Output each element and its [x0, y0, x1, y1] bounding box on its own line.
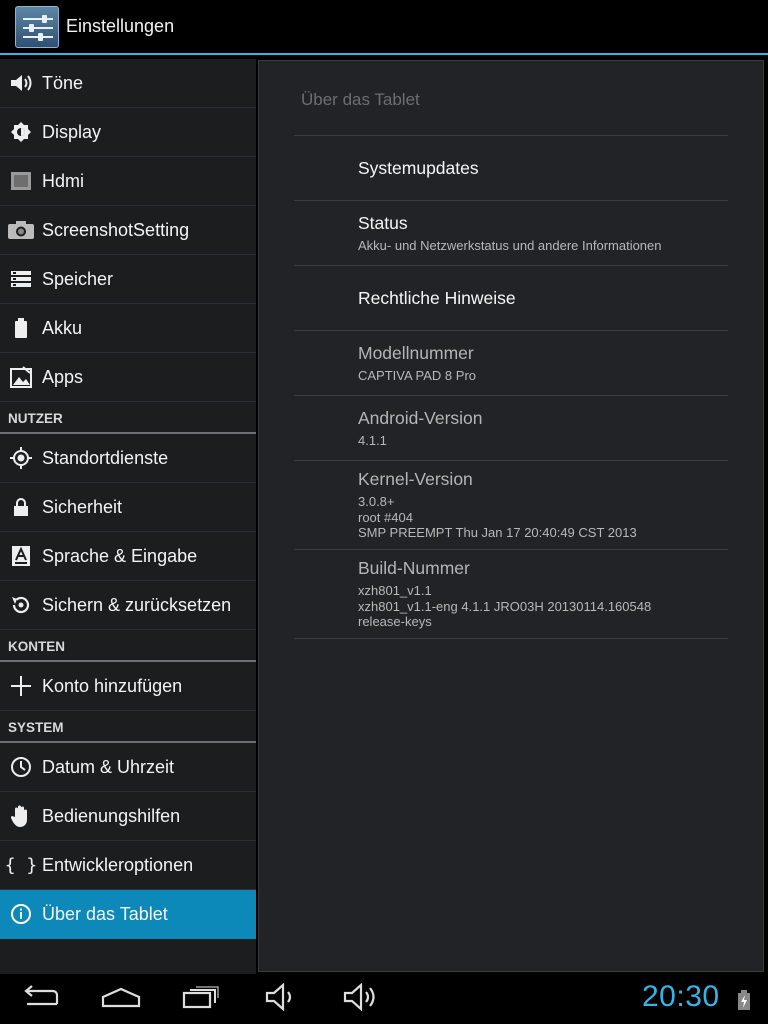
sidebar-item-display[interactable]: Display: [0, 108, 256, 157]
back-icon: [21, 984, 61, 1014]
status-clock[interactable]: 20:30: [642, 980, 720, 1014]
lock-icon: [0, 497, 42, 517]
braces-icon: { }: [4, 854, 38, 876]
speaker-icon: [0, 72, 42, 94]
sidebar-item-label: Bedienungshilfen: [42, 805, 181, 826]
hand-icon: [0, 804, 42, 828]
sidebar-item-label: Über das Tablet: [42, 903, 168, 924]
sidebar-item-standortdienste[interactable]: Standortdienste: [0, 434, 256, 483]
sidebar-item-datum-uhrzeit[interactable]: Datum & Uhrzeit: [0, 743, 256, 792]
sidebar-item-label: Sprache & Eingabe: [42, 545, 198, 566]
settings-app-icon[interactable]: [15, 5, 59, 48]
section-header-system: SYSTEM: [0, 711, 256, 743]
kernel-line: SMP PREEMPT Thu Jan 17 20:40:49 CST 2013: [358, 525, 637, 541]
item-title: Systemupdates: [358, 157, 479, 178]
sidebar-item-screenshotsetting[interactable]: ScreenshotSetting: [0, 206, 256, 255]
camera-icon: [0, 220, 42, 240]
sidebar-item-label: Sicherheit: [42, 496, 123, 517]
system-navigation-bar: 20:30: [0, 974, 768, 1024]
sidebar-item-bedienungshilfen[interactable]: Bedienungshilfen: [0, 792, 256, 841]
item-title: Rechtliche Hinweise: [358, 287, 516, 308]
about-list: Systemupdates Status Akku- und Netzwerks…: [294, 135, 728, 639]
list-item-rechtliche-hinweise[interactable]: Rechtliche Hinweise: [294, 266, 728, 331]
kernel-line: root #404: [358, 509, 413, 525]
backup-restore-icon: [0, 594, 42, 616]
apps-icon: [0, 366, 42, 388]
list-item-modellnummer: Modellnummer CAPTIVA PAD 8 Pro: [294, 331, 728, 396]
sidebar-item-apps[interactable]: Apps: [0, 353, 256, 402]
sidebar-item-toene[interactable]: Töne: [0, 59, 256, 108]
sidebar-item-akku[interactable]: Akku: [0, 304, 256, 353]
settings-sidebar: Töne Display Hdmi ScreenshotSetting Spei…: [0, 59, 256, 974]
sidebar-item-label: Standortdienste: [42, 447, 169, 468]
item-value: CAPTIVA PAD 8 Pro: [358, 367, 477, 383]
sidebar-item-label: Konto hinzufügen: [42, 675, 183, 696]
brightness-icon: [0, 121, 42, 143]
list-item-status[interactable]: Status Akku- und Netzwerkstatus und ande…: [294, 201, 728, 266]
volume-up-icon: [341, 982, 379, 1016]
info-icon: [0, 903, 42, 925]
sidebar-item-label: Apps: [42, 366, 84, 387]
item-title: Modellnummer: [358, 342, 474, 363]
build-line: xzh801_v1.1-eng 4.1.1 JRO03H 20130114.16…: [358, 598, 652, 614]
sidebar-item-label: ScreenshotSetting: [42, 219, 190, 240]
item-title: Status: [358, 212, 408, 233]
list-item-systemupdates[interactable]: Systemupdates: [294, 136, 728, 201]
recent-apps-button[interactable]: [180, 982, 222, 1016]
volume-down-button[interactable]: [262, 982, 298, 1016]
back-button[interactable]: [18, 982, 64, 1016]
sidebar-item-label: Display: [42, 121, 102, 142]
sidebar-item-sprache-eingabe[interactable]: Sprache & Eingabe: [0, 532, 256, 581]
app-title: Einstellungen: [66, 16, 175, 36]
storage-icon: [0, 270, 42, 288]
sidebar-item-konto-hinzufuegen[interactable]: Konto hinzufügen: [0, 662, 256, 711]
sidebar-item-hdmi[interactable]: Hdmi: [0, 157, 256, 206]
section-header-nutzer: NUTZER: [0, 402, 256, 434]
build-line: release-keys: [358, 614, 432, 630]
list-item-android-version[interactable]: Android-Version 4.1.1: [294, 396, 728, 461]
volume-down-icon: [263, 982, 297, 1016]
sidebar-item-label: Sichern & zurücksetzen: [42, 594, 232, 615]
battery-charging-icon: [737, 989, 751, 1016]
home-button[interactable]: [99, 982, 143, 1016]
item-value: 3.0.8+ root #404 SMP PREEMPT Thu Jan 17 …: [358, 494, 728, 541]
section-header-konten: KONTEN: [0, 630, 256, 662]
volume-up-button[interactable]: [340, 982, 380, 1016]
kernel-line: 3.0.8+: [358, 494, 395, 510]
battery-icon: [0, 317, 42, 339]
hdmi-icon: [0, 171, 42, 191]
sidebar-item-label: Entwickleroptionen: [42, 854, 194, 875]
sidebar-item-ueber-das-tablet[interactable]: Über das Tablet: [0, 890, 256, 939]
page-title: Über das Tablet: [301, 90, 420, 109]
list-item-build-nummer[interactable]: Build-Nummer xzh801_v1.1 xzh801_v1.1-eng…: [294, 550, 728, 639]
recent-apps-icon: [182, 985, 220, 1014]
item-title: Android-Version: [358, 407, 483, 428]
item-title: Kernel-Version: [358, 469, 473, 490]
sidebar-item-speicher[interactable]: Speicher: [0, 255, 256, 304]
item-value: 4.1.1: [358, 432, 387, 448]
plus-icon: [0, 675, 42, 697]
item-title: Build-Nummer: [358, 558, 470, 579]
sidebar-item-label: Datum & Uhrzeit: [42, 756, 175, 777]
location-icon: [0, 446, 42, 470]
about-tablet-panel: Über das Tablet Systemupdates Status Akk…: [258, 60, 764, 972]
sidebar-item-label: Hdmi: [42, 170, 85, 191]
sidebar-item-label: Speicher: [42, 268, 114, 289]
action-bar: Einstellungen: [0, 0, 768, 55]
sidebar-item-label: Akku: [42, 317, 83, 338]
sidebar-item-sichern-zuruecksetzen[interactable]: Sichern & zurücksetzen: [0, 581, 256, 630]
clock-icon: [0, 756, 42, 778]
sidebar-item-sicherheit[interactable]: Sicherheit: [0, 483, 256, 532]
item-summary: Akku- und Netzwerkstatus und andere Info…: [358, 237, 662, 253]
list-item-kernel-version: Kernel-Version 3.0.8+ root #404 SMP PREE…: [294, 461, 728, 550]
home-icon: [101, 986, 141, 1013]
language-icon: [0, 545, 42, 567]
sidebar-item-label: Töne: [42, 72, 84, 93]
item-value: xzh801_v1.1 xzh801_v1.1-eng 4.1.1 JRO03H…: [358, 583, 728, 630]
sidebar-item-entwickleroptionen[interactable]: { } Entwickleroptionen: [0, 841, 256, 890]
build-line: xzh801_v1.1: [358, 583, 432, 599]
